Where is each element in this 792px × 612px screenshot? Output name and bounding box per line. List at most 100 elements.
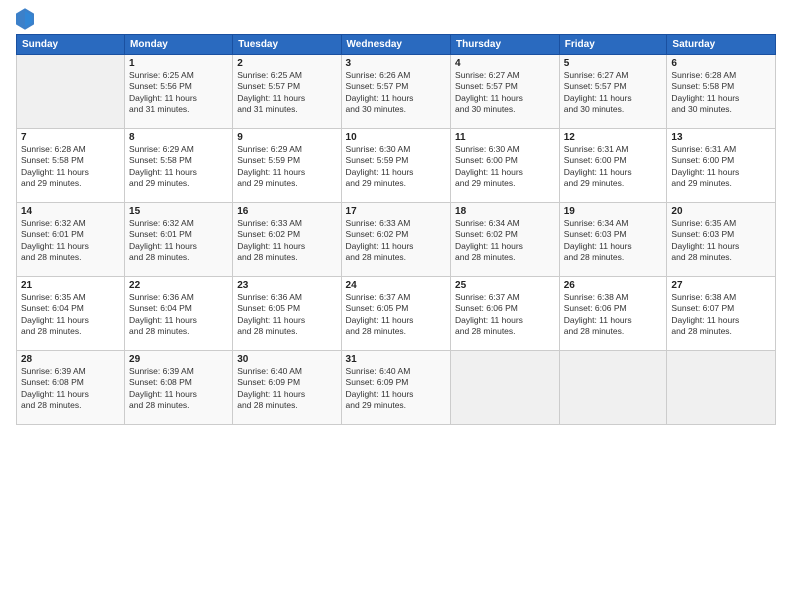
- day-number: 5: [564, 58, 663, 69]
- table-row: [559, 351, 667, 425]
- day-number: 26: [564, 280, 663, 291]
- day-info: Sunrise: 6:37 AM Sunset: 6:05 PM Dayligh…: [346, 292, 446, 338]
- day-info: Sunrise: 6:27 AM Sunset: 5:57 PM Dayligh…: [564, 70, 663, 116]
- day-info: Sunrise: 6:40 AM Sunset: 6:09 PM Dayligh…: [346, 366, 446, 412]
- day-info: Sunrise: 6:38 AM Sunset: 6:07 PM Dayligh…: [671, 292, 771, 338]
- table-row: 1Sunrise: 6:25 AM Sunset: 5:56 PM Daylig…: [125, 55, 233, 129]
- table-row: 2Sunrise: 6:25 AM Sunset: 5:57 PM Daylig…: [233, 55, 341, 129]
- logo-icon: [16, 8, 34, 30]
- table-row: 16Sunrise: 6:33 AM Sunset: 6:02 PM Dayli…: [233, 203, 341, 277]
- day-info: Sunrise: 6:30 AM Sunset: 6:00 PM Dayligh…: [455, 144, 555, 190]
- table-row: 3Sunrise: 6:26 AM Sunset: 5:57 PM Daylig…: [341, 55, 450, 129]
- table-row: 21Sunrise: 6:35 AM Sunset: 6:04 PM Dayli…: [17, 277, 125, 351]
- header: [16, 12, 776, 30]
- calendar-week-row: 21Sunrise: 6:35 AM Sunset: 6:04 PM Dayli…: [17, 277, 776, 351]
- day-number: 18: [455, 206, 555, 217]
- table-row: [451, 351, 560, 425]
- day-number: 12: [564, 132, 663, 143]
- table-row: 25Sunrise: 6:37 AM Sunset: 6:06 PM Dayli…: [451, 277, 560, 351]
- day-number: 3: [346, 58, 446, 69]
- day-number: 21: [21, 280, 120, 291]
- table-row: 6Sunrise: 6:28 AM Sunset: 5:58 PM Daylig…: [667, 55, 776, 129]
- table-row: 31Sunrise: 6:40 AM Sunset: 6:09 PM Dayli…: [341, 351, 450, 425]
- day-info: Sunrise: 6:37 AM Sunset: 6:06 PM Dayligh…: [455, 292, 555, 338]
- day-info: Sunrise: 6:28 AM Sunset: 5:58 PM Dayligh…: [671, 70, 771, 116]
- table-row: 12Sunrise: 6:31 AM Sunset: 6:00 PM Dayli…: [559, 129, 667, 203]
- day-number: 16: [237, 206, 336, 217]
- table-row: 19Sunrise: 6:34 AM Sunset: 6:03 PM Dayli…: [559, 203, 667, 277]
- day-number: 23: [237, 280, 336, 291]
- day-info: Sunrise: 6:36 AM Sunset: 6:05 PM Dayligh…: [237, 292, 336, 338]
- table-row: 15Sunrise: 6:32 AM Sunset: 6:01 PM Dayli…: [125, 203, 233, 277]
- day-info: Sunrise: 6:32 AM Sunset: 6:01 PM Dayligh…: [129, 218, 228, 264]
- table-row: 18Sunrise: 6:34 AM Sunset: 6:02 PM Dayli…: [451, 203, 560, 277]
- table-row: 9Sunrise: 6:29 AM Sunset: 5:59 PM Daylig…: [233, 129, 341, 203]
- day-info: Sunrise: 6:40 AM Sunset: 6:09 PM Dayligh…: [237, 366, 336, 412]
- day-number: 17: [346, 206, 446, 217]
- col-monday: Monday: [125, 35, 233, 55]
- table-row: 29Sunrise: 6:39 AM Sunset: 6:08 PM Dayli…: [125, 351, 233, 425]
- table-row: 22Sunrise: 6:36 AM Sunset: 6:04 PM Dayli…: [125, 277, 233, 351]
- table-row: 13Sunrise: 6:31 AM Sunset: 6:00 PM Dayli…: [667, 129, 776, 203]
- day-number: 20: [671, 206, 771, 217]
- table-row: 10Sunrise: 6:30 AM Sunset: 5:59 PM Dayli…: [341, 129, 450, 203]
- day-info: Sunrise: 6:39 AM Sunset: 6:08 PM Dayligh…: [129, 366, 228, 412]
- day-number: 27: [671, 280, 771, 291]
- day-info: Sunrise: 6:25 AM Sunset: 5:56 PM Dayligh…: [129, 70, 228, 116]
- day-number: 29: [129, 354, 228, 365]
- table-row: 17Sunrise: 6:33 AM Sunset: 6:02 PM Dayli…: [341, 203, 450, 277]
- table-row: [17, 55, 125, 129]
- day-info: Sunrise: 6:30 AM Sunset: 5:59 PM Dayligh…: [346, 144, 446, 190]
- calendar-table: Sunday Monday Tuesday Wednesday Thursday…: [16, 34, 776, 425]
- table-row: 4Sunrise: 6:27 AM Sunset: 5:57 PM Daylig…: [451, 55, 560, 129]
- day-info: Sunrise: 6:31 AM Sunset: 6:00 PM Dayligh…: [564, 144, 663, 190]
- day-number: 24: [346, 280, 446, 291]
- day-info: Sunrise: 6:38 AM Sunset: 6:06 PM Dayligh…: [564, 292, 663, 338]
- day-info: Sunrise: 6:28 AM Sunset: 5:58 PM Dayligh…: [21, 144, 120, 190]
- day-info: Sunrise: 6:31 AM Sunset: 6:00 PM Dayligh…: [671, 144, 771, 190]
- col-friday: Friday: [559, 35, 667, 55]
- table-row: [667, 351, 776, 425]
- day-number: 9: [237, 132, 336, 143]
- table-row: 20Sunrise: 6:35 AM Sunset: 6:03 PM Dayli…: [667, 203, 776, 277]
- table-row: 5Sunrise: 6:27 AM Sunset: 5:57 PM Daylig…: [559, 55, 667, 129]
- table-row: 11Sunrise: 6:30 AM Sunset: 6:00 PM Dayli…: [451, 129, 560, 203]
- calendar-week-row: 28Sunrise: 6:39 AM Sunset: 6:08 PM Dayli…: [17, 351, 776, 425]
- day-number: 31: [346, 354, 446, 365]
- day-number: 7: [21, 132, 120, 143]
- day-info: Sunrise: 6:25 AM Sunset: 5:57 PM Dayligh…: [237, 70, 336, 116]
- day-info: Sunrise: 6:35 AM Sunset: 6:04 PM Dayligh…: [21, 292, 120, 338]
- day-number: 11: [455, 132, 555, 143]
- day-number: 25: [455, 280, 555, 291]
- day-number: 2: [237, 58, 336, 69]
- calendar-header-row: Sunday Monday Tuesday Wednesday Thursday…: [17, 35, 776, 55]
- table-row: 7Sunrise: 6:28 AM Sunset: 5:58 PM Daylig…: [17, 129, 125, 203]
- table-row: 27Sunrise: 6:38 AM Sunset: 6:07 PM Dayli…: [667, 277, 776, 351]
- table-row: 24Sunrise: 6:37 AM Sunset: 6:05 PM Dayli…: [341, 277, 450, 351]
- table-row: 30Sunrise: 6:40 AM Sunset: 6:09 PM Dayli…: [233, 351, 341, 425]
- calendar-week-row: 14Sunrise: 6:32 AM Sunset: 6:01 PM Dayli…: [17, 203, 776, 277]
- table-row: 26Sunrise: 6:38 AM Sunset: 6:06 PM Dayli…: [559, 277, 667, 351]
- day-number: 15: [129, 206, 228, 217]
- day-number: 10: [346, 132, 446, 143]
- table-row: 28Sunrise: 6:39 AM Sunset: 6:08 PM Dayli…: [17, 351, 125, 425]
- day-number: 8: [129, 132, 228, 143]
- day-info: Sunrise: 6:27 AM Sunset: 5:57 PM Dayligh…: [455, 70, 555, 116]
- day-info: Sunrise: 6:39 AM Sunset: 6:08 PM Dayligh…: [21, 366, 120, 412]
- day-info: Sunrise: 6:36 AM Sunset: 6:04 PM Dayligh…: [129, 292, 228, 338]
- day-number: 19: [564, 206, 663, 217]
- day-info: Sunrise: 6:34 AM Sunset: 6:03 PM Dayligh…: [564, 218, 663, 264]
- col-thursday: Thursday: [451, 35, 560, 55]
- day-info: Sunrise: 6:34 AM Sunset: 6:02 PM Dayligh…: [455, 218, 555, 264]
- col-tuesday: Tuesday: [233, 35, 341, 55]
- day-info: Sunrise: 6:29 AM Sunset: 5:58 PM Dayligh…: [129, 144, 228, 190]
- day-number: 28: [21, 354, 120, 365]
- col-sunday: Sunday: [17, 35, 125, 55]
- logo: [16, 12, 36, 30]
- calendar-week-row: 7Sunrise: 6:28 AM Sunset: 5:58 PM Daylig…: [17, 129, 776, 203]
- col-saturday: Saturday: [667, 35, 776, 55]
- day-number: 4: [455, 58, 555, 69]
- col-wednesday: Wednesday: [341, 35, 450, 55]
- day-number: 13: [671, 132, 771, 143]
- day-info: Sunrise: 6:33 AM Sunset: 6:02 PM Dayligh…: [346, 218, 446, 264]
